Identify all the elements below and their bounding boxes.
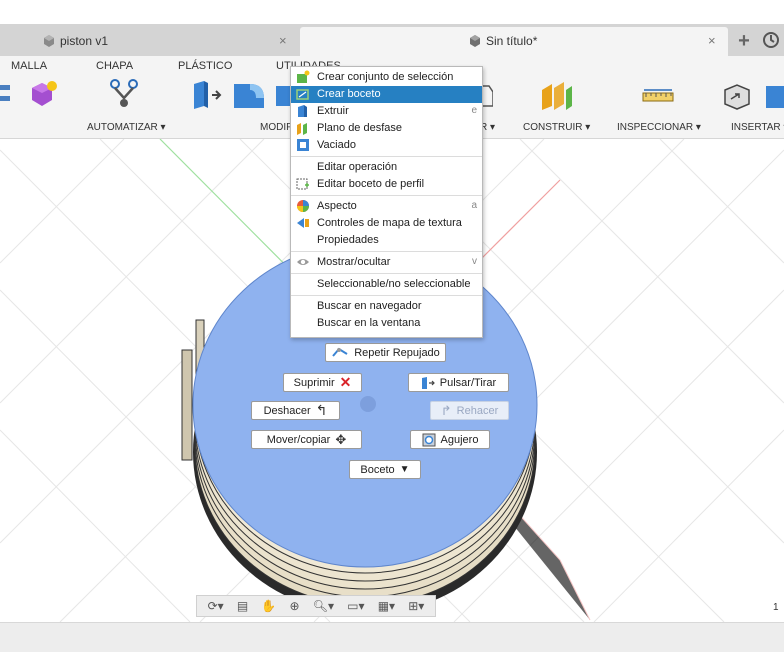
zoom-window-icon[interactable]: 🔍︎▾: [313, 599, 334, 613]
tab-sin-titulo[interactable]: Sin título* ×: [300, 27, 728, 56]
construct-group-label[interactable]: CONSTRUIR ▾: [523, 122, 590, 133]
orbit-icon[interactable]: ⟳▾: [208, 599, 224, 613]
mesh-tool-icon[interactable]: [0, 83, 16, 105]
redo-label: Rehacer: [456, 404, 499, 417]
close-icon[interactable]: ×: [708, 33, 716, 48]
menu-separator: [291, 251, 482, 252]
menu-item-selectable-toggle[interactable]: Seleccionable/no seleccionable: [291, 276, 482, 293]
tab-piston-v1[interactable]: piston v1 ×: [0, 27, 300, 56]
menu-item-shell[interactable]: Vaciado: [291, 137, 482, 154]
inspect-group-label[interactable]: INSPECCIONAR ▾: [617, 122, 701, 133]
delete-label: Suprimir: [293, 376, 335, 389]
document-tab-bar: piston v1 × Sin título* ×: [0, 24, 784, 56]
marking-menu-center: [360, 396, 376, 412]
undo-button[interactable]: Deshacer ↰: [251, 401, 340, 420]
measure-icon[interactable]: [642, 89, 674, 103]
construct-plane-icon[interactable]: [540, 82, 574, 110]
context-menu: Crear conjunto de selección Crear boceto…: [290, 66, 483, 338]
part-icon: [470, 35, 480, 47]
insert-canvas-icon[interactable]: [766, 84, 784, 110]
delete-x-icon: ✕: [339, 374, 352, 390]
tab-label: Sin título*: [486, 34, 538, 48]
menu-item-texture-map-controls[interactable]: Controles de mapa de textura: [291, 215, 482, 232]
press-pull-button[interactable]: Pulsar/Tirar: [408, 373, 509, 392]
menu-item-appearance[interactable]: Aspecto a: [291, 198, 482, 215]
selection-set-icon: [297, 70, 310, 83]
repeat-emboss-button[interactable]: Repetir Repujado: [325, 343, 446, 362]
delete-button[interactable]: Suprimir ✕: [283, 373, 362, 392]
status-bar: [0, 622, 784, 652]
menu-separator: [291, 295, 482, 296]
menu-separator: [291, 273, 482, 274]
menu-item-show-hide[interactable]: Mostrar/ocultar v: [291, 254, 482, 271]
menu-item-offset-plane[interactable]: Plano de desfase: [291, 120, 482, 137]
window-top-strip: [0, 0, 784, 24]
menu-item-find-in-window[interactable]: Buscar en la ventana: [291, 315, 482, 332]
fillet-icon[interactable]: [232, 80, 268, 110]
repeat-emboss-label: Repetir Repujado: [354, 346, 440, 359]
menu-item-edit-feature[interactable]: Editar operación: [291, 159, 482, 176]
tab-label: piston v1: [60, 34, 109, 48]
redo-arrow-icon: ↱: [440, 402, 452, 418]
sketch-dropdown-button[interactable]: Boceto ▼: [349, 460, 421, 479]
look-at-icon[interactable]: ▤: [237, 599, 248, 613]
move-copy-button[interactable]: Mover/copiar ✥: [251, 430, 362, 449]
new-tab-plus-icon[interactable]: +: [734, 31, 754, 51]
press-pull-icon[interactable]: [190, 80, 222, 110]
automate-group-label[interactable]: AUTOMATIZAR ▾: [87, 122, 166, 133]
display-settings-icon[interactable]: ▭▾: [347, 599, 364, 613]
press-pull-icon: [421, 376, 435, 389]
modify-group-label[interactable]: MODIF: [260, 122, 292, 133]
menu-item-extrude[interactable]: Extruir e: [291, 103, 482, 120]
part-icon: [44, 35, 54, 47]
eye-icon: [297, 259, 309, 265]
automate-icon[interactable]: [108, 78, 140, 110]
undo-label: Deshacer: [263, 404, 311, 417]
viewport-corner-label: 1: [773, 602, 779, 613]
offset-plane-icon: [297, 123, 307, 135]
job-status-icon[interactable]: [762, 31, 784, 51]
hole-label: Agujero: [440, 433, 479, 446]
edit-profile-sketch-icon: [296, 178, 309, 190]
menu-item-create-sketch[interactable]: Crear boceto: [291, 86, 482, 103]
hole-button[interactable]: Agujero: [410, 430, 490, 449]
hole-icon: [422, 433, 436, 446]
viewports-icon[interactable]: ⊞▾: [408, 599, 424, 613]
navigation-bar: ⟳▾ ▤ ✋ ⊕ 🔍︎▾ ▭▾ ▦▾ ⊞▾: [196, 595, 436, 617]
ribbon-tab-chapa[interactable]: CHAPA: [96, 60, 133, 72]
move-arrows-icon: ✥: [335, 431, 347, 447]
menu-item-edit-profile-sketch[interactable]: Editar boceto de perfil: [291, 176, 482, 193]
menu-item-properties[interactable]: Propiedades: [291, 232, 482, 249]
chamfer-icon[interactable]: [276, 84, 290, 108]
ribbon-tab-malla[interactable]: MALLA: [11, 60, 47, 72]
sketch-label: Boceto: [360, 463, 395, 476]
redo-button: ↱ Rehacer: [430, 401, 509, 420]
undo-arrow-icon: ↰: [315, 402, 328, 418]
sketch-icon: [296, 89, 309, 100]
press-pull-label: Pulsar/Tirar: [439, 376, 497, 389]
extrude-icon: [298, 105, 307, 117]
move-copy-label: Mover/copiar: [266, 433, 331, 446]
appearance-icon: [297, 200, 309, 212]
ribbon-tab-plastico[interactable]: PLÁSTICO: [178, 60, 232, 72]
emboss-icon: [332, 347, 348, 357]
pan-hand-icon[interactable]: ✋: [261, 599, 276, 613]
insert-derive-icon[interactable]: [722, 82, 752, 110]
texture-map-icon: [297, 218, 309, 228]
insert-group-label[interactable]: INSERTAR ▾: [731, 122, 784, 133]
shell-icon: [297, 139, 309, 151]
menu-item-create-selection-set[interactable]: Crear conjunto de selección: [291, 69, 482, 86]
grid-settings-icon[interactable]: ▦▾: [378, 599, 395, 613]
close-icon[interactable]: ×: [279, 33, 287, 48]
menu-separator: [291, 195, 482, 196]
mesh-body-icon[interactable]: [28, 80, 58, 108]
menu-separator: [291, 156, 482, 157]
zoom-icon[interactable]: ⊕: [289, 599, 299, 613]
chevron-down-icon: ▼: [399, 464, 410, 475]
menu-item-find-in-browser[interactable]: Buscar en navegador: [291, 298, 482, 315]
